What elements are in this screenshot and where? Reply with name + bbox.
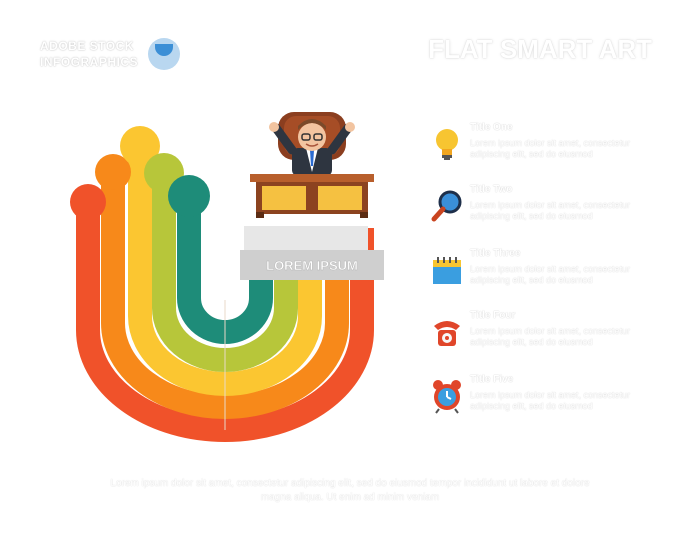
list-item: Title Four Lorem ipsum dolor sit amet, c… xyxy=(430,308,670,358)
list-item: Title Five Lorem ipsum dolor sit amet, c… xyxy=(430,372,670,422)
item-description: Lorem ipsum dolor sit amet, consectetur … xyxy=(470,138,631,159)
item-description: Lorem ipsum dolor sit amet, consectetur … xyxy=(470,326,631,347)
desk-icon xyxy=(250,174,374,218)
telephone-icon xyxy=(434,321,460,346)
item-title: Title Five xyxy=(470,374,514,385)
list-item: Title One Lorem ipsum dolor sit amet, co… xyxy=(430,120,670,170)
item-title: Title Four xyxy=(470,310,516,321)
list-item: Title Three Lorem ipsum dolor sit amet, … xyxy=(430,246,670,296)
magnifier-icon xyxy=(431,190,462,222)
item-description: Lorem ipsum dolor sit amet, consectetur … xyxy=(470,200,631,221)
lightbulb-icon xyxy=(436,129,458,160)
banner-label: LOREM IPSUM xyxy=(266,258,358,273)
item-title: Title Three xyxy=(470,248,521,259)
cap-red xyxy=(70,184,106,220)
item-description: Lorem ipsum dolor sit amet, consectetur … xyxy=(470,390,631,411)
alarm-clock-icon xyxy=(433,380,461,414)
notepad-icon xyxy=(433,257,461,284)
cap-teal xyxy=(168,175,210,217)
footer-text: Lorem ipsum dolor sit amet, consectetur … xyxy=(110,478,590,503)
item-title: Title One xyxy=(470,122,513,133)
banner-shadow xyxy=(244,226,368,254)
item-title: Title Two xyxy=(470,184,513,195)
item-description: Lorem ipsum dolor sit amet, consectetur … xyxy=(470,264,631,285)
list-item: Title Two Lorem ipsum dolor sit amet, co… xyxy=(430,182,670,232)
